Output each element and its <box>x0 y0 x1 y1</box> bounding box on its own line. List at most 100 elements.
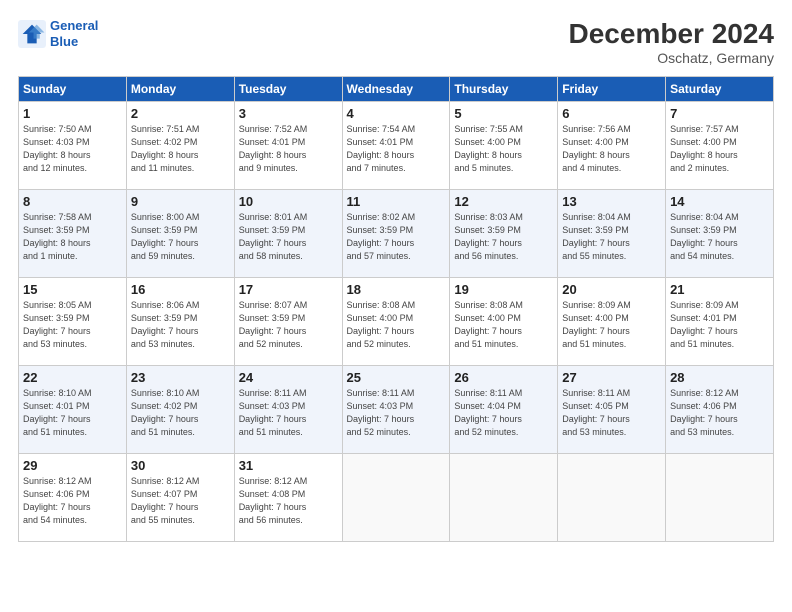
logo-text: General Blue <box>50 18 98 49</box>
day-number: 26 <box>454 370 553 385</box>
day-cell: 5 Sunrise: 7:55 AM Sunset: 4:00 PM Daylig… <box>450 102 558 190</box>
day-cell: 14 Sunrise: 8:04 AM Sunset: 3:59 PM Dayli… <box>666 190 774 278</box>
day-info: Sunrise: 8:03 AM Sunset: 3:59 PM Dayligh… <box>454 211 553 263</box>
day-info: Sunrise: 8:12 AM Sunset: 4:06 PM Dayligh… <box>670 387 769 439</box>
weekday-friday: Friday <box>558 77 666 102</box>
day-number: 9 <box>131 194 230 209</box>
day-info: Sunrise: 8:11 AM Sunset: 4:03 PM Dayligh… <box>347 387 446 439</box>
day-number: 20 <box>562 282 661 297</box>
weekday-sunday: Sunday <box>19 77 127 102</box>
weekday-header-row: SundayMondayTuesdayWednesdayThursdayFrid… <box>19 77 774 102</box>
day-number: 22 <box>23 370 122 385</box>
day-cell: 27Sunrise: 8:11 AM Sunset: 4:05 PM Dayli… <box>558 366 666 454</box>
day-number: 29 <box>23 458 122 473</box>
day-number: 10 <box>239 194 338 209</box>
day-cell: 15Sunrise: 8:05 AM Sunset: 3:59 PM Dayli… <box>19 278 127 366</box>
location: Oschatz, Germany <box>569 50 774 66</box>
weekday-monday: Monday <box>126 77 234 102</box>
week-row-4: 22 Sunrise: 8:10 AM Sunset: 4:01 PM Dayli… <box>19 366 774 454</box>
day-cell: 25 Sunrise: 8:11 AM Sunset: 4:03 PM Dayli… <box>342 366 450 454</box>
day-info: Sunrise: 7:50 AM Sunset: 4:03 PM Dayligh… <box>23 123 122 175</box>
week-row-5: 29 Sunrise: 8:12 AM Sunset: 4:06 PM Dayli… <box>19 454 774 542</box>
month-title: December 2024 <box>569 18 774 50</box>
day-cell: 2 Sunrise: 7:51 AM Sunset: 4:02 PM Daylig… <box>126 102 234 190</box>
day-number: 7 <box>670 106 769 121</box>
day-cell: 28 Sunrise: 8:12 AM Sunset: 4:06 PM Dayli… <box>666 366 774 454</box>
day-number: 8 <box>23 194 122 209</box>
day-cell: 20 Sunrise: 8:09 AM Sunset: 4:00 PM Dayli… <box>558 278 666 366</box>
day-info: Sunrise: 8:11 AM Sunset: 4:03 PM Dayligh… <box>239 387 338 439</box>
day-number: 2 <box>131 106 230 121</box>
day-cell: 19Sunrise: 8:08 AM Sunset: 4:00 PM Dayli… <box>450 278 558 366</box>
day-cell <box>342 454 450 542</box>
day-info: Sunrise: 7:52 AM Sunset: 4:01 PM Dayligh… <box>239 123 338 175</box>
day-cell: 10 Sunrise: 8:01 AM Sunset: 3:59 PM Dayli… <box>234 190 342 278</box>
day-cell <box>558 454 666 542</box>
logo: General Blue <box>18 18 98 49</box>
day-cell: 18 Sunrise: 8:08 AM Sunset: 4:00 PM Dayli… <box>342 278 450 366</box>
day-number: 18 <box>347 282 446 297</box>
day-info: Sunrise: 7:51 AM Sunset: 4:02 PM Dayligh… <box>131 123 230 175</box>
day-number: 31 <box>239 458 338 473</box>
day-cell: 29 Sunrise: 8:12 AM Sunset: 4:06 PM Dayli… <box>19 454 127 542</box>
day-cell: 16Sunrise: 8:06 AM Sunset: 3:59 PM Dayli… <box>126 278 234 366</box>
calendar-table: SundayMondayTuesdayWednesdayThursdayFrid… <box>18 76 774 542</box>
day-info: Sunrise: 7:54 AM Sunset: 4:01 PM Dayligh… <box>347 123 446 175</box>
day-info: Sunrise: 8:12 AM Sunset: 4:06 PM Dayligh… <box>23 475 122 527</box>
day-info: Sunrise: 7:58 AM Sunset: 3:59 PM Dayligh… <box>23 211 122 263</box>
day-number: 12 <box>454 194 553 209</box>
day-info: Sunrise: 8:00 AM Sunset: 3:59 PM Dayligh… <box>131 211 230 263</box>
day-cell: 13Sunrise: 8:04 AM Sunset: 3:59 PM Dayli… <box>558 190 666 278</box>
day-number: 25 <box>347 370 446 385</box>
day-number: 15 <box>23 282 122 297</box>
day-number: 21 <box>670 282 769 297</box>
day-cell <box>666 454 774 542</box>
day-cell: 12 Sunrise: 8:03 AM Sunset: 3:59 PM Dayli… <box>450 190 558 278</box>
day-cell: 1 Sunrise: 7:50 AM Sunset: 4:03 PM Daylig… <box>19 102 127 190</box>
day-info: Sunrise: 8:02 AM Sunset: 3:59 PM Dayligh… <box>347 211 446 263</box>
weekday-saturday: Saturday <box>666 77 774 102</box>
day-info: Sunrise: 7:57 AM Sunset: 4:00 PM Dayligh… <box>670 123 769 175</box>
day-cell: 17Sunrise: 8:07 AM Sunset: 3:59 PM Dayli… <box>234 278 342 366</box>
day-info: Sunrise: 8:10 AM Sunset: 4:02 PM Dayligh… <box>131 387 230 439</box>
day-number: 3 <box>239 106 338 121</box>
day-cell: 21 Sunrise: 8:09 AM Sunset: 4:01 PM Dayli… <box>666 278 774 366</box>
day-info: Sunrise: 8:12 AM Sunset: 4:07 PM Dayligh… <box>131 475 230 527</box>
page: General Blue December 2024 Oschatz, Germ… <box>0 0 792 612</box>
day-number: 23 <box>131 370 230 385</box>
day-number: 1 <box>23 106 122 121</box>
day-cell: 7 Sunrise: 7:57 AM Sunset: 4:00 PM Daylig… <box>666 102 774 190</box>
day-info: Sunrise: 8:09 AM Sunset: 4:01 PM Dayligh… <box>670 299 769 351</box>
day-cell: 22 Sunrise: 8:10 AM Sunset: 4:01 PM Dayli… <box>19 366 127 454</box>
logo-line1: General <box>50 18 98 33</box>
day-number: 6 <box>562 106 661 121</box>
day-cell: 11Sunrise: 8:02 AM Sunset: 3:59 PM Dayli… <box>342 190 450 278</box>
day-info: Sunrise: 8:10 AM Sunset: 4:01 PM Dayligh… <box>23 387 122 439</box>
day-number: 24 <box>239 370 338 385</box>
day-cell: 26Sunrise: 8:11 AM Sunset: 4:04 PM Dayli… <box>450 366 558 454</box>
day-info: Sunrise: 8:09 AM Sunset: 4:00 PM Dayligh… <box>562 299 661 351</box>
day-cell: 8 Sunrise: 7:58 AM Sunset: 3:59 PM Daylig… <box>19 190 127 278</box>
day-number: 27 <box>562 370 661 385</box>
day-cell: 6Sunrise: 7:56 AM Sunset: 4:00 PM Daylig… <box>558 102 666 190</box>
weekday-tuesday: Tuesday <box>234 77 342 102</box>
day-info: Sunrise: 8:06 AM Sunset: 3:59 PM Dayligh… <box>131 299 230 351</box>
day-number: 5 <box>454 106 553 121</box>
day-info: Sunrise: 8:04 AM Sunset: 3:59 PM Dayligh… <box>670 211 769 263</box>
day-info: Sunrise: 8:01 AM Sunset: 3:59 PM Dayligh… <box>239 211 338 263</box>
day-info: Sunrise: 7:55 AM Sunset: 4:00 PM Dayligh… <box>454 123 553 175</box>
day-info: Sunrise: 8:08 AM Sunset: 4:00 PM Dayligh… <box>347 299 446 351</box>
day-cell: 31Sunrise: 8:12 AM Sunset: 4:08 PM Dayli… <box>234 454 342 542</box>
day-number: 28 <box>670 370 769 385</box>
day-info: Sunrise: 8:08 AM Sunset: 4:00 PM Dayligh… <box>454 299 553 351</box>
day-number: 30 <box>131 458 230 473</box>
day-cell: 24 Sunrise: 8:11 AM Sunset: 4:03 PM Dayli… <box>234 366 342 454</box>
week-row-2: 8 Sunrise: 7:58 AM Sunset: 3:59 PM Daylig… <box>19 190 774 278</box>
logo-icon <box>18 20 46 48</box>
day-info: Sunrise: 8:07 AM Sunset: 3:59 PM Dayligh… <box>239 299 338 351</box>
logo-line2: Blue <box>50 34 78 49</box>
day-cell: 9 Sunrise: 8:00 AM Sunset: 3:59 PM Daylig… <box>126 190 234 278</box>
weekday-wednesday: Wednesday <box>342 77 450 102</box>
day-number: 13 <box>562 194 661 209</box>
day-number: 14 <box>670 194 769 209</box>
